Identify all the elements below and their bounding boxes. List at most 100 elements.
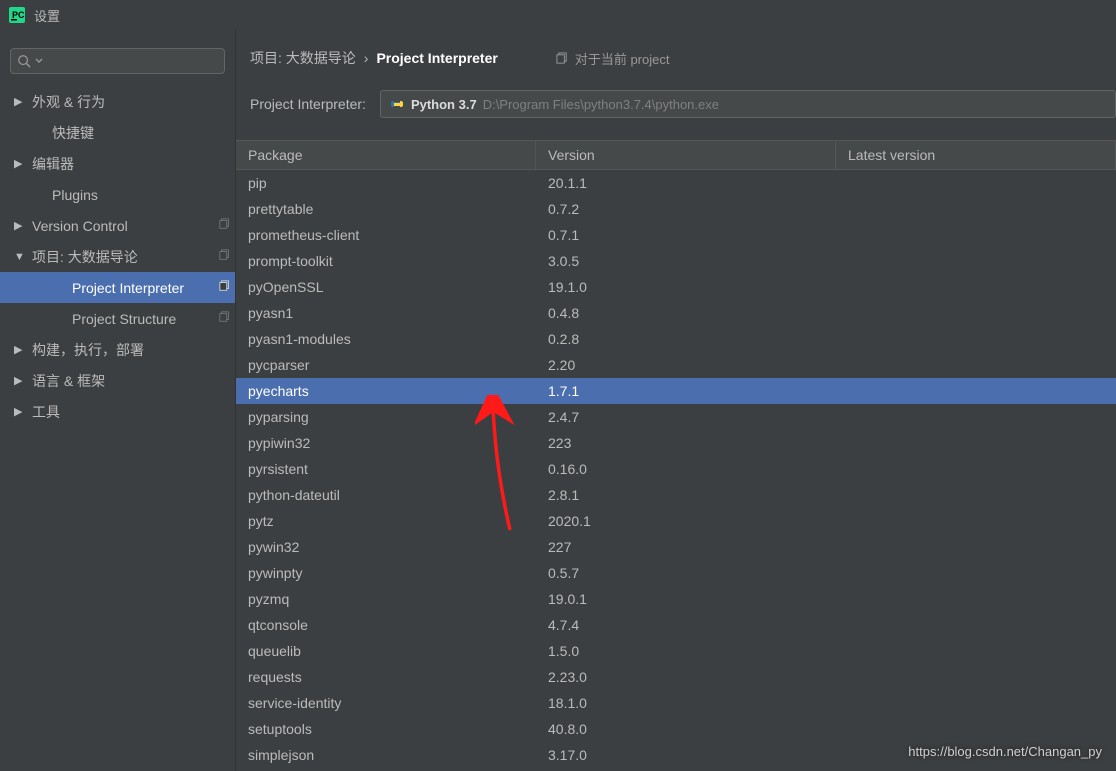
sidebar-item[interactable]: Project Structure bbox=[0, 303, 235, 334]
table-row[interactable]: pywinpty0.5.7 bbox=[236, 560, 1116, 586]
table-row[interactable]: qtconsole4.7.4 bbox=[236, 612, 1116, 638]
settings-tree: ▶ 外观 & 行为快捷键 ▶编辑器 Plugins ▶Version Control ▼ 项… bbox=[0, 86, 235, 427]
sidebar-search-input[interactable] bbox=[10, 48, 225, 74]
settings-content: 项目: 大数据导论 › Project Interpreter 对于当前 pro… bbox=[236, 30, 1116, 771]
table-row[interactable]: prometheus-client0.7.1 bbox=[236, 222, 1116, 248]
cell-version: 2.23.0 bbox=[536, 669, 836, 685]
table-row[interactable]: python-dateutil2.8.1 bbox=[236, 482, 1116, 508]
cell-package: pycparser bbox=[236, 357, 536, 373]
table-row[interactable]: setuptools40.8.0 bbox=[236, 716, 1116, 742]
cell-version: 18.1.0 bbox=[536, 695, 836, 711]
svg-text:PC: PC bbox=[12, 10, 25, 20]
breadcrumb-current: Project Interpreter bbox=[376, 50, 497, 66]
expand-arrow-icon: ▶ bbox=[14, 95, 24, 108]
cell-package: qtconsole bbox=[236, 617, 536, 633]
cell-package: pip bbox=[236, 175, 536, 191]
expand-arrow-icon: ▼ bbox=[14, 251, 24, 263]
sidebar-item[interactable]: ▶构建，执行，部署 bbox=[0, 334, 235, 365]
cell-package: simplejson bbox=[236, 747, 536, 763]
cell-version: 223 bbox=[536, 435, 836, 451]
sidebar-item-label: 快捷键 bbox=[52, 123, 235, 143]
cell-package: python-dateutil bbox=[236, 487, 536, 503]
table-row[interactable]: pyOpenSSL19.1.0 bbox=[236, 274, 1116, 300]
table-row[interactable]: pyzmq19.0.1 bbox=[236, 586, 1116, 612]
sidebar-item[interactable]: Plugins bbox=[0, 179, 235, 210]
table-row[interactable]: service-identity18.1.0 bbox=[236, 690, 1116, 716]
header-latest[interactable]: Latest version bbox=[836, 141, 1116, 169]
expand-arrow-icon: ▶ bbox=[14, 157, 24, 170]
table-row[interactable]: queuelib1.5.0 bbox=[236, 638, 1116, 664]
table-row[interactable]: pip20.1.1 bbox=[236, 170, 1116, 196]
search-icon bbox=[17, 54, 31, 68]
cell-package: queuelib bbox=[236, 643, 536, 659]
python-icon bbox=[389, 96, 405, 112]
cell-package: prettytable bbox=[236, 201, 536, 217]
cell-package: requests bbox=[236, 669, 536, 685]
table-row[interactable]: requests2.23.0 bbox=[236, 664, 1116, 690]
cell-version: 4.7.4 bbox=[536, 617, 836, 633]
table-row[interactable]: pyrsistent0.16.0 bbox=[236, 456, 1116, 482]
settings-sidebar: ▶ 外观 & 行为快捷键 ▶编辑器 Plugins ▶Version Control ▼ 项… bbox=[0, 30, 236, 771]
header-package[interactable]: Package bbox=[236, 141, 536, 169]
sidebar-item[interactable]: ▶工具 bbox=[0, 396, 235, 427]
sidebar-item[interactable]: ▼ 项目: 大数据导论 bbox=[0, 241, 235, 272]
expand-arrow-icon: ▶ bbox=[14, 343, 24, 356]
cell-package: pypiwin32 bbox=[236, 435, 536, 451]
table-row[interactable]: pyecharts1.7.1 bbox=[236, 378, 1116, 404]
sidebar-item[interactable]: ▶语言 & 框架 bbox=[0, 365, 235, 396]
cell-package: pytz bbox=[236, 513, 536, 529]
table-header: Package Version Latest version bbox=[236, 140, 1116, 170]
copy-icon bbox=[215, 311, 235, 326]
table-row[interactable]: pypiwin32223 bbox=[236, 430, 1116, 456]
table-row[interactable]: pywin32227 bbox=[236, 534, 1116, 560]
sidebar-item-label: Plugins bbox=[52, 187, 235, 203]
table-row[interactable]: prompt-toolkit3.0.5 bbox=[236, 248, 1116, 274]
table-row[interactable]: pycparser2.20 bbox=[236, 352, 1116, 378]
cell-package: pyasn1-modules bbox=[236, 331, 536, 347]
sidebar-item-label: Project Interpreter bbox=[72, 280, 215, 296]
cell-version: 1.5.0 bbox=[536, 643, 836, 659]
cell-version: 227 bbox=[536, 539, 836, 555]
cell-version: 2.8.1 bbox=[536, 487, 836, 503]
cell-version: 3.17.0 bbox=[536, 747, 836, 763]
table-row[interactable]: pyasn10.4.8 bbox=[236, 300, 1116, 326]
table-row[interactable]: pyasn1-modules0.2.8 bbox=[236, 326, 1116, 352]
pycharm-icon: PC bbox=[8, 6, 26, 24]
titlebar: PC 设置 bbox=[0, 0, 1116, 30]
cell-version: 0.4.8 bbox=[536, 305, 836, 321]
breadcrumb-root[interactable]: 项目: 大数据导论 bbox=[250, 48, 356, 68]
table-row[interactable]: pyparsing2.4.7 bbox=[236, 404, 1116, 430]
sidebar-item[interactable]: ▶编辑器 bbox=[0, 148, 235, 179]
cell-package: pyzmq bbox=[236, 591, 536, 607]
sidebar-item[interactable]: ▶ 外观 & 行为 bbox=[0, 86, 235, 117]
copy-icon bbox=[215, 280, 235, 295]
cell-package: pywin32 bbox=[236, 539, 536, 555]
sidebar-item-label: 工具 bbox=[32, 402, 235, 422]
interpreter-name: Python 3.7 bbox=[411, 97, 477, 112]
sidebar-item-label: 外观 & 行为 bbox=[32, 92, 235, 112]
cell-version: 2020.1 bbox=[536, 513, 836, 529]
chevron-down-icon bbox=[35, 57, 43, 65]
sidebar-item[interactable]: ▶Version Control bbox=[0, 210, 235, 241]
cell-package: pyasn1 bbox=[236, 305, 536, 321]
table-row[interactable]: prettytable0.7.2 bbox=[236, 196, 1116, 222]
copy-icon bbox=[556, 52, 569, 65]
cell-version: 0.16.0 bbox=[536, 461, 836, 477]
table-row[interactable]: simplejson3.17.0 bbox=[236, 742, 1116, 768]
sidebar-item-label: Project Structure bbox=[72, 311, 215, 327]
cell-package: prometheus-client bbox=[236, 227, 536, 243]
header-version[interactable]: Version bbox=[536, 141, 836, 169]
cell-version: 2.20 bbox=[536, 357, 836, 373]
sidebar-item-label: 项目: 大数据导论 bbox=[32, 247, 215, 267]
sidebar-item[interactable]: Project Interpreter bbox=[0, 272, 235, 303]
cell-version: 0.5.7 bbox=[536, 565, 836, 581]
cell-package: pyrsistent bbox=[236, 461, 536, 477]
copy-icon bbox=[215, 218, 235, 233]
interpreter-select[interactable]: Python 3.7 D:\Program Files\python3.7.4\… bbox=[380, 90, 1116, 118]
copy-icon bbox=[215, 249, 235, 264]
table-row[interactable]: pytz2020.1 bbox=[236, 508, 1116, 534]
breadcrumb: 项目: 大数据导论 › Project Interpreter bbox=[250, 48, 498, 68]
expand-arrow-icon: ▶ bbox=[14, 219, 24, 232]
sidebar-item[interactable]: 快捷键 bbox=[0, 117, 235, 148]
cell-package: setuptools bbox=[236, 721, 536, 737]
